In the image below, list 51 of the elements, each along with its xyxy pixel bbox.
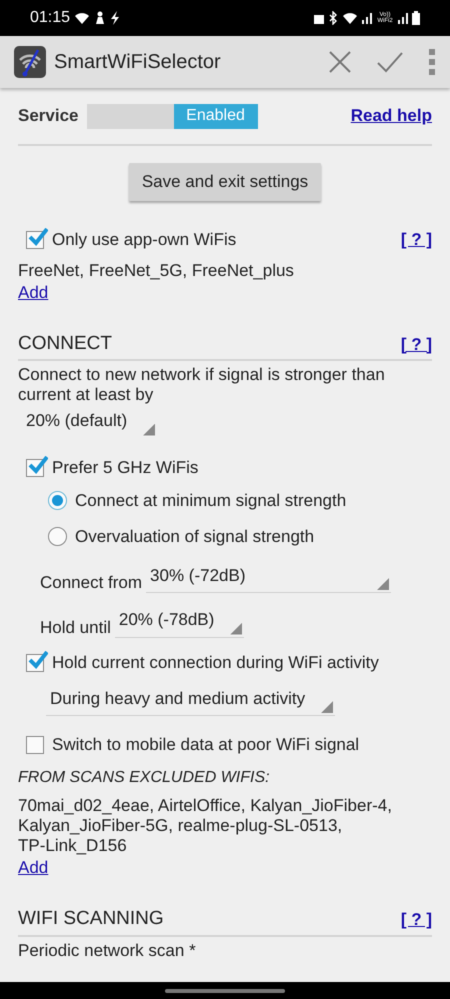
section-heading: CONNECT <box>18 332 113 356</box>
text: 70mai_d02_4eae, AirtelOffice, Kalyan_JioFiber-4, Kalyan_JioFiber-5G, realme-plug-SL-0513, TP-Link_D156 <box>18 796 393 856</box>
read-help-link[interactable]: Read help <box>350 103 432 129</box>
more-button[interactable] <box>428 49 436 75</box>
bolt-icon <box>110 11 120 25</box>
person-icon <box>94 11 106 25</box>
add-link[interactable]: Add <box>18 858 48 877</box>
checkbox-label: Only use app-own WiFis <box>52 230 238 250</box>
add-link[interactable]: Add <box>18 282 48 302</box>
app-title: SmartWiFiSelector <box>54 50 222 75</box>
help-link[interactable]: [ ? ] <box>400 907 432 932</box>
checkbox-label: Hold current connection during WiFi activity <box>52 652 380 672</box>
dropdown[interactable]: 20% (-78dB) <box>114 605 244 638</box>
text: FreeNet, FreeNet_5G, FreeNet_plus <box>18 260 295 280</box>
close-icon <box>328 50 352 74</box>
dropdown[interactable]: 30% (-72dB) <box>146 560 392 593</box>
help-link[interactable]: [ ? ] <box>400 332 432 357</box>
text: Periodic network scan * <box>18 940 197 960</box>
text: Connect to new network if signal is stronger than current at least by <box>18 365 386 405</box>
radio-label: Overvaluation of signal strength <box>75 526 314 546</box>
save-button[interactable]: Save and exit settings <box>128 163 322 200</box>
checkbox-label: Prefer 5 GHz WiFis <box>52 458 200 478</box>
dropdown[interactable]: 20% (default) <box>22 406 158 438</box>
radio-label: Connect at minimum signal strength <box>75 490 346 510</box>
radio-button[interactable] <box>48 527 67 546</box>
wifi-icon <box>342 11 358 25</box>
check-icon <box>376 51 404 73</box>
dropdown[interactable]: During heavy and medium activity <box>46 684 336 716</box>
confirm-button[interactable] <box>376 51 404 73</box>
section-heading: WIFI SCANNING <box>18 907 165 931</box>
signal-icon <box>398 12 408 24</box>
more-icon <box>428 49 436 75</box>
signal-icon <box>362 12 372 24</box>
close-button[interactable] <box>328 50 352 74</box>
field-label: Hold until <box>40 618 111 638</box>
checkbox-label: Switch to mobile data at poor WiFi signal <box>52 735 360 755</box>
home-handle[interactable] <box>165 988 285 992</box>
clock-text: 01:15 <box>30 8 70 28</box>
checkmark-icon <box>28 456 48 476</box>
wifi-icon <box>74 11 90 25</box>
field-label: Connect from <box>40 573 142 593</box>
bluetooth-icon <box>328 11 338 25</box>
radio-button[interactable] <box>48 491 67 510</box>
battery-icon <box>412 11 420 25</box>
service-label: Service <box>18 105 78 128</box>
checkbox[interactable] <box>26 736 44 754</box>
section-caption: FROM SCANS EXCLUDED WIFIS: <box>18 768 271 788</box>
help-link[interactable]: [ ? ] <box>400 226 432 252</box>
app-logo-icon <box>14 46 46 78</box>
checkmark-icon <box>28 228 48 248</box>
checkmark-icon <box>28 650 48 670</box>
